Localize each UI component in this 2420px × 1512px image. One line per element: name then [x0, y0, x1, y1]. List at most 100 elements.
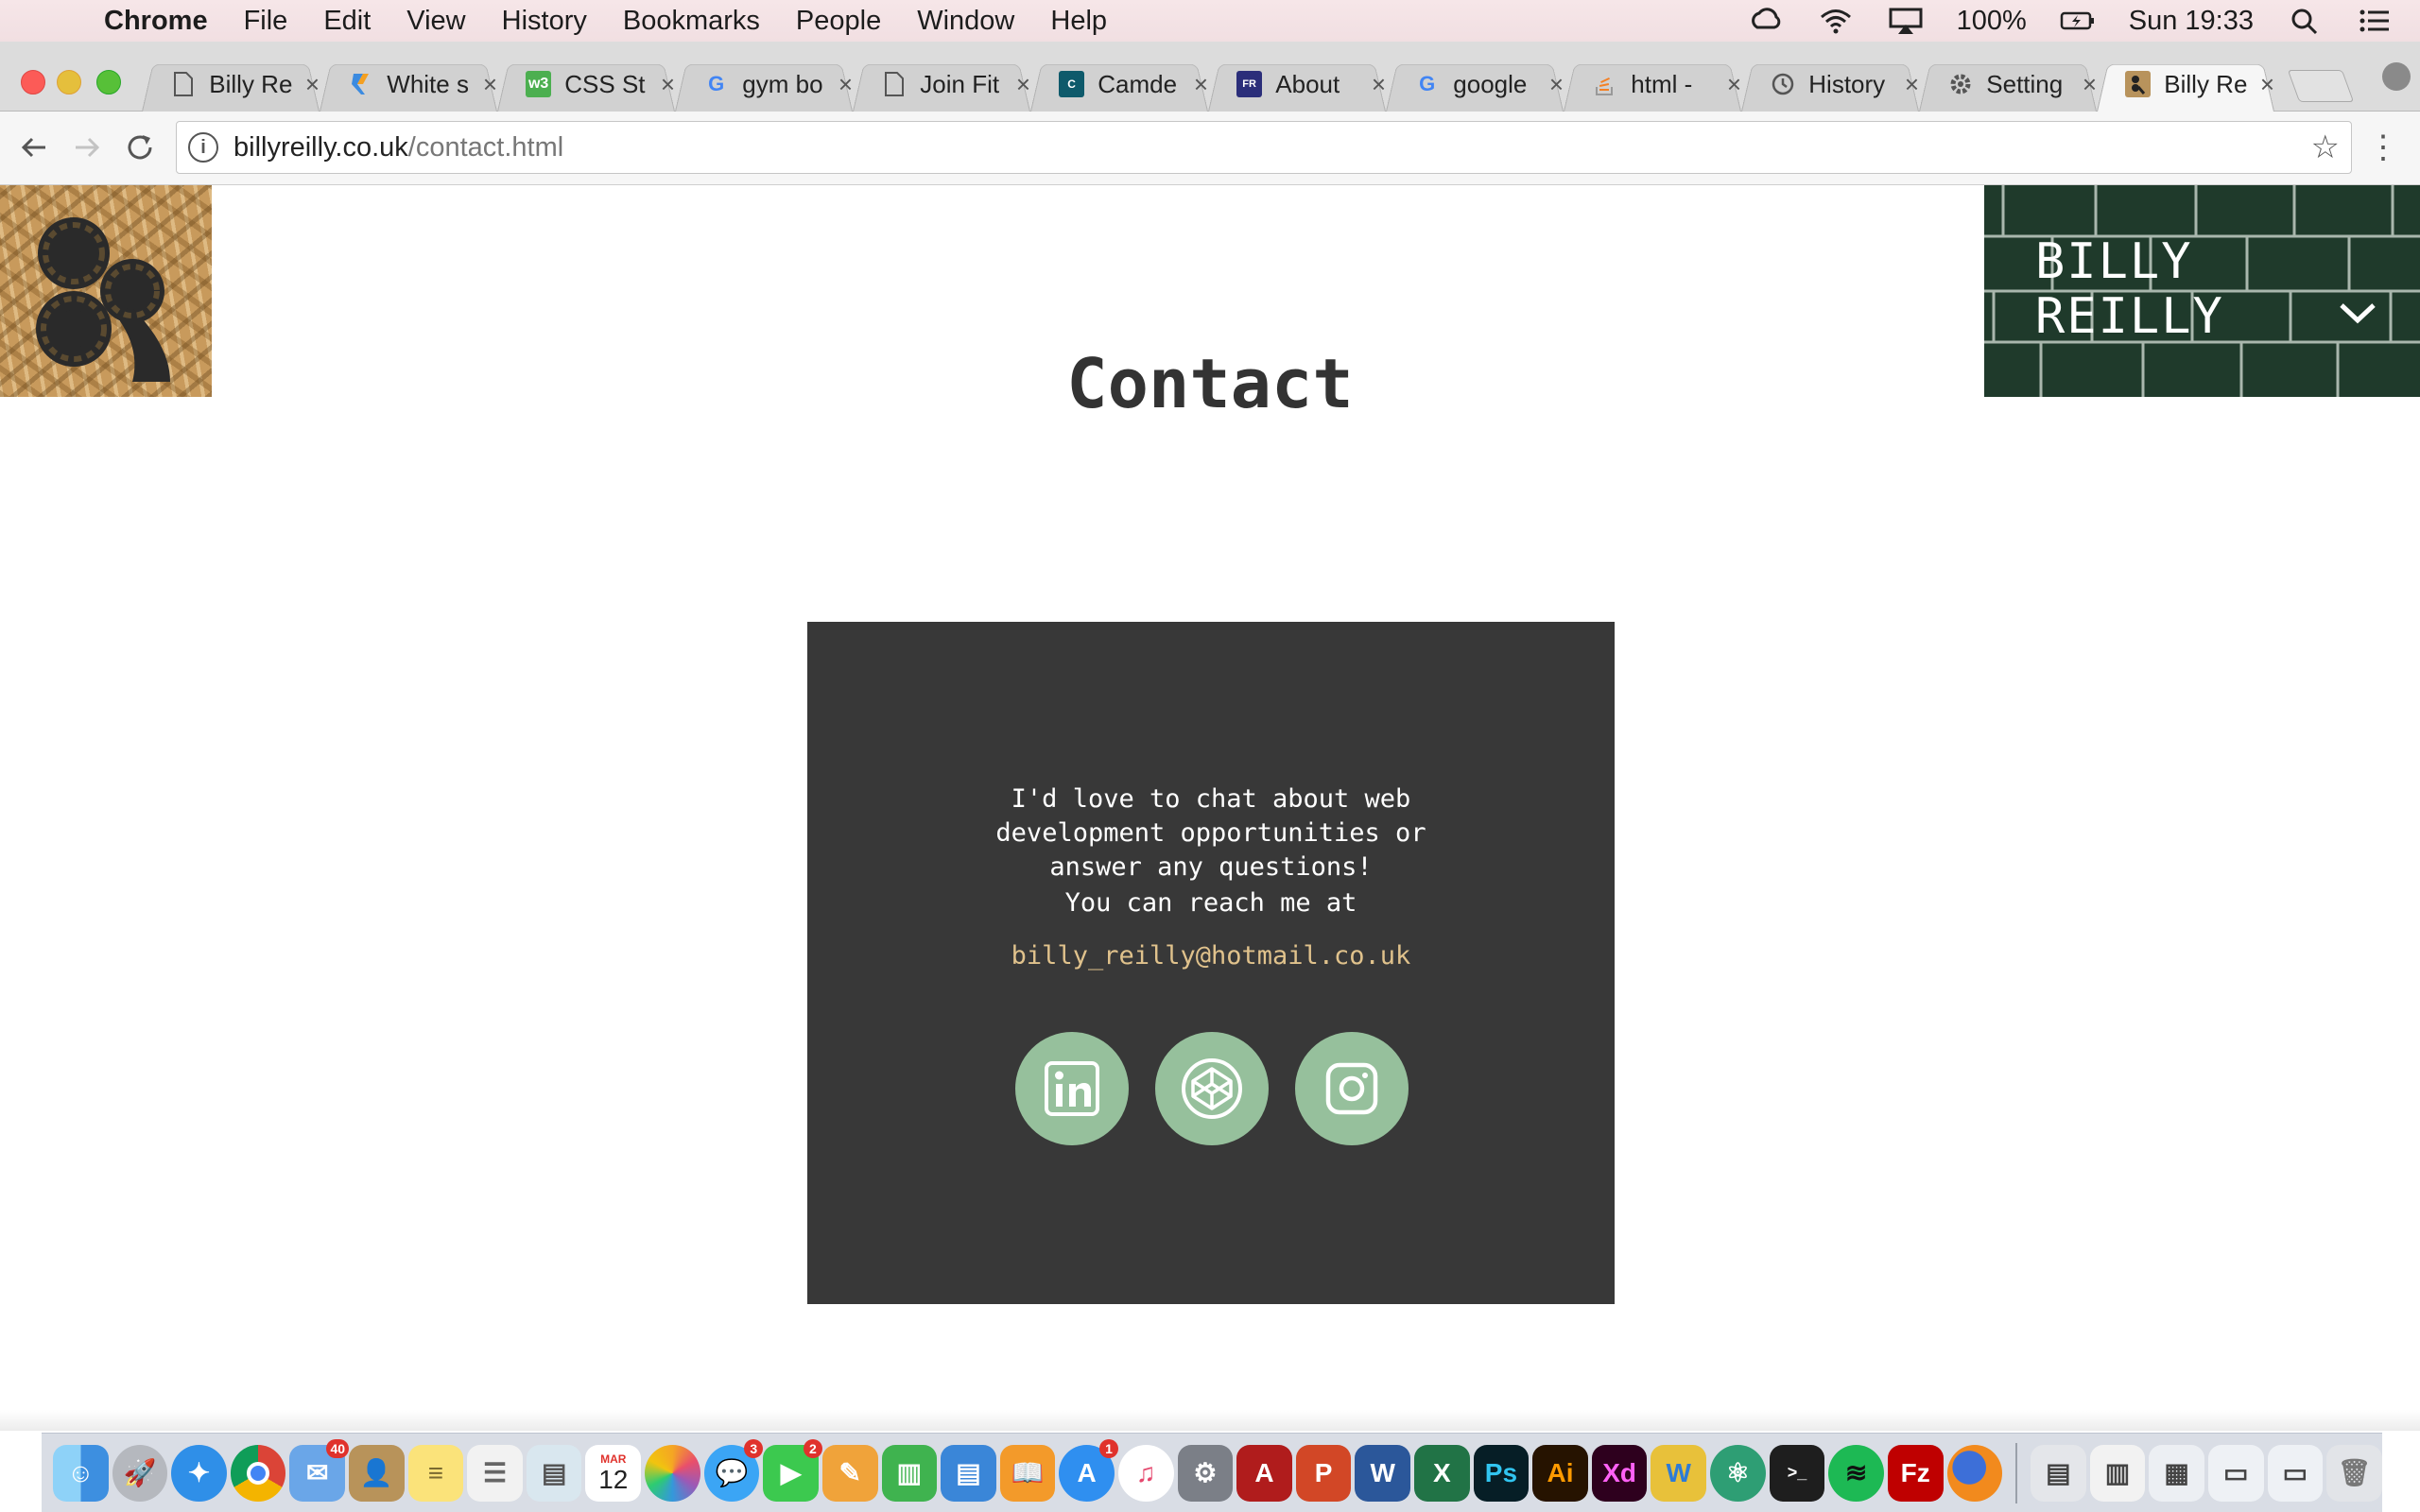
- tab-about[interactable]: FR About ×: [1208, 57, 1386, 112]
- photos-icon[interactable]: [645, 1444, 700, 1502]
- document-stack-icon[interactable]: ▥: [2089, 1444, 2146, 1502]
- numbers-icon[interactable]: ▥: [881, 1444, 938, 1502]
- app-store-icon[interactable]: A1: [1059, 1438, 1118, 1502]
- reminders-icon[interactable]: ☰: [467, 1444, 523, 1502]
- tab-close-icon[interactable]: ×: [661, 70, 675, 99]
- tab-title: Setting: [1986, 69, 2064, 98]
- menu-file[interactable]: File: [244, 6, 288, 37]
- safari-icon[interactable]: ✦: [171, 1444, 227, 1502]
- tab-close-icon[interactable]: ×: [1549, 70, 1564, 99]
- wifi-icon[interactable]: [1817, 7, 1855, 35]
- menu-view[interactable]: View: [406, 6, 465, 37]
- tab-close-icon[interactable]: ×: [1727, 70, 1741, 99]
- menu-bookmarks[interactable]: Bookmarks: [623, 6, 760, 37]
- tab-camden[interactable]: C Camde ×: [1030, 57, 1208, 112]
- keynote-icon[interactable]: ▤: [941, 1444, 996, 1502]
- menu-app-name[interactable]: Chrome: [104, 6, 208, 37]
- preview-icon[interactable]: ▤: [526, 1444, 582, 1502]
- tab-billy-reilly-active[interactable]: Billy Re ×: [2097, 57, 2274, 112]
- menu-help[interactable]: Help: [1050, 6, 1107, 37]
- menu-window[interactable]: Window: [917, 6, 1014, 37]
- tab-close-icon[interactable]: ×: [2260, 70, 2274, 99]
- window-thumbnail-icon[interactable]: ▭: [2207, 1444, 2264, 1502]
- tab-billy-reilly[interactable]: Billy Re ×: [142, 57, 320, 112]
- tab-close-icon[interactable]: ×: [2083, 70, 2097, 99]
- tab-close-icon[interactable]: ×: [305, 70, 320, 99]
- trash-icon[interactable]: 🗑: [2326, 1444, 2382, 1502]
- calendar-icon[interactable]: MAR 12: [585, 1444, 642, 1502]
- codepen-link[interactable]: [1155, 1032, 1269, 1145]
- forward-arrow-icon[interactable]: [68, 130, 106, 168]
- atom-icon[interactable]: ⚛: [1710, 1444, 1766, 1502]
- downloads-stack-icon[interactable]: ▤: [2031, 1444, 2086, 1502]
- illustrator-icon[interactable]: Ai: [1532, 1444, 1588, 1502]
- mail-icon[interactable]: ✉ 40: [289, 1438, 350, 1502]
- tab-close-icon[interactable]: ×: [1194, 70, 1208, 99]
- linkedin-link[interactable]: [1015, 1032, 1129, 1145]
- tab-settings[interactable]: Setting ×: [1919, 57, 2097, 112]
- battery-icon[interactable]: [2059, 7, 2097, 35]
- excel-icon[interactable]: X: [1414, 1444, 1470, 1502]
- email-link[interactable]: billy_reilly@hotmail.co.uk: [807, 939, 1615, 973]
- messages-icon[interactable]: 💬 3: [703, 1438, 764, 1502]
- window-thumbnail-icon[interactable]: ▭: [2267, 1444, 2324, 1502]
- window-minimize-button[interactable]: [57, 70, 81, 94]
- spotify-icon[interactable]: ≋: [1828, 1444, 1884, 1502]
- powerpoint-icon[interactable]: P: [1295, 1444, 1352, 1502]
- spotlight-search-icon[interactable]: [2286, 7, 2324, 35]
- tab-gym-bo[interactable]: G gym bo ×: [675, 57, 853, 112]
- tab-close-icon[interactable]: ×: [1905, 70, 1919, 99]
- contacts-icon[interactable]: 👤: [349, 1444, 405, 1502]
- tab-title: html -: [1631, 69, 1693, 98]
- back-arrow-icon[interactable]: [15, 130, 53, 168]
- chevron-down-icon[interactable]: [2337, 299, 2378, 327]
- window-zoom-button[interactable]: [96, 70, 121, 94]
- instagram-link[interactable]: [1295, 1032, 1409, 1145]
- menubar-clock[interactable]: Sun 19:33: [2129, 6, 2254, 37]
- site-info-icon[interactable]: i: [188, 132, 218, 163]
- system-preferences-icon[interactable]: ⚙: [1177, 1444, 1234, 1502]
- window-close-button[interactable]: [21, 70, 45, 94]
- launchpad-icon[interactable]: 🚀: [112, 1444, 168, 1502]
- menu-people[interactable]: People: [796, 6, 881, 37]
- tab-close-icon[interactable]: ×: [483, 70, 497, 99]
- notes-icon[interactable]: ≡: [407, 1444, 464, 1502]
- tab-join-fit[interactable]: Join Fit ×: [853, 57, 1030, 112]
- wunderlist-icon[interactable]: W: [1651, 1444, 1707, 1502]
- facetime-icon[interactable]: ▶ 2: [763, 1438, 822, 1502]
- ibooks-icon[interactable]: 📖: [999, 1444, 1056, 1502]
- tab-css-st[interactable]: w3 CSS St ×: [497, 57, 675, 112]
- screenshot-stack-icon[interactable]: ▦: [2149, 1444, 2204, 1502]
- filezilla-icon[interactable]: Fz: [1887, 1444, 1944, 1502]
- tab-google[interactable]: G google ×: [1386, 57, 1564, 112]
- adobe-xd-icon[interactable]: Xd: [1591, 1444, 1648, 1502]
- chrome-menu-icon[interactable]: ⋮: [2367, 129, 2399, 166]
- finder-icon[interactable]: ☺: [53, 1444, 109, 1502]
- profile-avatar-icon[interactable]: [2382, 62, 2411, 91]
- tab-html[interactable]: html - ×: [1564, 57, 1741, 112]
- tab-title: google: [1453, 69, 1528, 98]
- airplay-icon[interactable]: [1887, 7, 1925, 35]
- terminal-icon[interactable]: >_: [1769, 1444, 1825, 1502]
- acrobat-icon[interactable]: A: [1236, 1444, 1292, 1502]
- firefox-icon[interactable]: [1946, 1444, 2003, 1502]
- menu-edit[interactable]: Edit: [323, 6, 371, 37]
- tab-close-icon[interactable]: ×: [1016, 70, 1030, 99]
- tab-close-icon[interactable]: ×: [838, 70, 853, 99]
- tab-history[interactable]: History ×: [1741, 57, 1919, 112]
- chrome-icon[interactable]: [230, 1444, 286, 1502]
- tab-white-s[interactable]: White s ×: [320, 57, 497, 112]
- itunes-icon[interactable]: ♫: [1117, 1444, 1174, 1502]
- menu-history[interactable]: History: [502, 6, 587, 37]
- reload-icon[interactable]: [121, 130, 159, 168]
- photoshop-icon[interactable]: Ps: [1473, 1444, 1530, 1502]
- address-bar[interactable]: i billyreilly.co.uk/contact.html ☆: [176, 121, 2352, 174]
- tab-title: gym bo: [742, 69, 823, 98]
- creative-cloud-icon[interactable]: [1747, 7, 1785, 35]
- bookmark-star-icon[interactable]: ☆: [2311, 129, 2340, 166]
- word-icon[interactable]: W: [1355, 1444, 1411, 1502]
- notification-center-icon[interactable]: [2356, 7, 2394, 35]
- pages-icon[interactable]: ✎: [821, 1444, 878, 1502]
- new-tab-button[interactable]: [2287, 70, 2355, 102]
- tab-close-icon[interactable]: ×: [1372, 70, 1386, 99]
